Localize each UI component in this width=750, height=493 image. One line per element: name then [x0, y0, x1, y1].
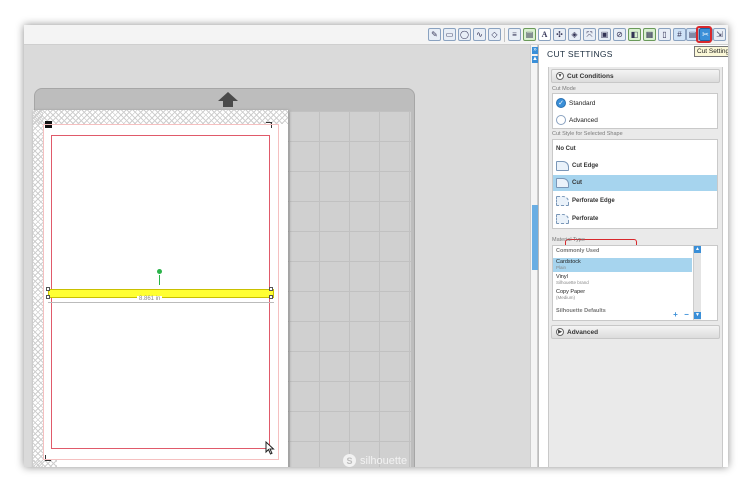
material-item[interactable]: Copy Paper (Medium): [553, 288, 692, 302]
cut-style-perforate[interactable]: Perforate: [553, 211, 717, 227]
rectangle-icon[interactable]: ▭: [443, 28, 456, 41]
resize-handle[interactable]: [46, 287, 50, 291]
silhouette-logo: S silhouette: [343, 454, 407, 467]
cut-settings-highlight: [696, 26, 712, 43]
resize-handle[interactable]: [269, 287, 273, 291]
cut-style-cut-edge[interactable]: Cut Edge: [553, 158, 717, 174]
cut-style-label: Cut Edge: [572, 163, 599, 169]
panel-title: CUT SETTINGS: [547, 49, 613, 59]
layers-icon[interactable]: ◧: [628, 28, 641, 41]
material-sub: Plain: [556, 265, 567, 270]
cut-mode-standard-label: Standard: [569, 99, 596, 107]
load-direction-arrow-icon: [218, 92, 238, 101]
dimension-label: 8.861 in: [137, 296, 163, 302]
align-icon[interactable]: ✣: [553, 28, 566, 41]
ellipse-icon[interactable]: ◯: [458, 28, 471, 41]
advanced-label: Advanced: [567, 328, 599, 336]
top-toolbar: ✎ ▭ ◯ ∿ ◇ ≡ ▤ A ✣ ◈ ⤧ ▣ ⊘ ◧ ▦ ▯ # ▤ ⊞ ✂ …: [24, 25, 728, 45]
collapse-icon: ▼: [556, 72, 564, 80]
grid-icon[interactable]: #: [673, 28, 686, 41]
advanced-header[interactable]: ▶ Advanced: [551, 325, 720, 339]
silhouette-logo-icon: S: [343, 454, 356, 467]
cut-style-label: Perforate: [572, 216, 599, 222]
line-style-icon[interactable]: ≡: [508, 28, 521, 41]
offset-icon[interactable]: ▣: [598, 28, 611, 41]
cut-style-label: Cut Style for Selected Shape: [552, 131, 623, 137]
material-type-label: Material Type: [552, 237, 585, 243]
cut-mode-advanced-label: Advanced: [569, 116, 598, 124]
mouse-cursor-icon: [265, 441, 275, 455]
cut-mode-standard[interactable]: ✓ Standard: [556, 98, 595, 108]
trace-icon[interactable]: ⊘: [613, 28, 626, 41]
radio-checked-icon: ✓: [556, 98, 566, 108]
tooltip: Cut Settings: [694, 46, 728, 57]
perforate-edge-icon: [556, 196, 569, 206]
cut-conditions-label: Cut Conditions: [567, 72, 614, 80]
text-icon[interactable]: A: [538, 28, 551, 41]
expand-icon: ▶: [556, 328, 564, 336]
cut-style-label: No Cut: [556, 146, 576, 152]
remove-material-button[interactable]: −: [682, 311, 691, 319]
material-scrollbar[interactable]: ▲ ▼: [693, 246, 701, 320]
load-direction-arrow-stem: [223, 101, 233, 107]
material-sub: (Medium): [556, 295, 576, 300]
material-sub: Silhouette brand: [556, 280, 589, 285]
cut-settings-panel: CUT SETTINGS ▼ Cut Conditions Cut Mode ✓…: [538, 45, 728, 467]
rotate-handle-stem: [159, 275, 160, 285]
page-setup-icon[interactable]: ▦: [643, 28, 656, 41]
draw-icon[interactable]: ✎: [428, 28, 441, 41]
hatch-bottom-left: [33, 460, 57, 467]
cut-mode-advanced[interactable]: Advanced: [556, 115, 598, 125]
cut-style-no-cut[interactable]: No Cut: [553, 141, 717, 157]
material-list-header: Commonly Used: [556, 248, 600, 254]
material-item[interactable]: Vinyl Silhouette brand: [553, 273, 692, 287]
cut-style-label: Cut: [572, 180, 582, 186]
cut-icon: [556, 178, 569, 188]
rotate-handle[interactable]: [157, 269, 162, 274]
cut-edge-icon: [556, 161, 569, 171]
page-paper: 8.861 in: [33, 110, 288, 467]
panel-body: ▼ Cut Conditions Cut Mode ✓ Standard Adv…: [548, 67, 723, 467]
app-window: ✎ ▭ ◯ ∿ ◇ ≡ ▤ A ✣ ◈ ⤧ ▣ ⊘ ◧ ▦ ▯ # ▤ ⊞ ✂ …: [24, 25, 728, 467]
toolbar-divider: [504, 28, 505, 42]
send-to-cutter-icon[interactable]: ⇲: [713, 28, 726, 41]
dimension-line: [48, 302, 274, 303]
fill-icon[interactable]: ▤: [523, 28, 536, 41]
material-list: Commonly Used Cardstock Plain Vinyl Silh…: [552, 245, 718, 321]
cut-style-label: Perforate Edge: [572, 198, 615, 204]
registration-icon[interactable]: ▯: [658, 28, 671, 41]
scroll-down-icon[interactable]: ▼: [694, 312, 701, 319]
hatch-top: [33, 110, 288, 124]
add-material-button[interactable]: +: [671, 311, 680, 319]
resize-handle[interactable]: [269, 295, 273, 299]
cut-style-cut[interactable]: Cut: [553, 175, 717, 191]
scroll-up-icon[interactable]: ▲: [694, 246, 701, 253]
perforate-icon: [556, 214, 569, 224]
design-canvas[interactable]: S silhouette 8.861 in: [24, 45, 530, 467]
silhouette-logo-text: silhouette: [360, 454, 408, 467]
polygon-icon[interactable]: ◇: [488, 28, 501, 41]
radio-empty-icon: [556, 115, 566, 125]
cut-mode-label: Cut Mode: [552, 86, 576, 92]
replicate-icon[interactable]: ◈: [568, 28, 581, 41]
panel-splitter[interactable]: » ▲: [530, 45, 538, 467]
cut-style-perforate-edge[interactable]: Perforate Edge: [553, 193, 717, 209]
cut-style-list: No Cut Cut Edge Cut Perforate Edge Perfo…: [552, 139, 718, 229]
cut-conditions-header[interactable]: ▼ Cut Conditions: [551, 69, 720, 83]
resize-handle[interactable]: [46, 295, 50, 299]
hatch-left: [33, 110, 43, 467]
transform-icon[interactable]: ⤧: [583, 28, 596, 41]
freehand-icon[interactable]: ∿: [473, 28, 486, 41]
cut-mode-box: ✓ Standard Advanced: [552, 93, 718, 129]
material-item[interactable]: Cardstock Plain: [553, 258, 692, 272]
